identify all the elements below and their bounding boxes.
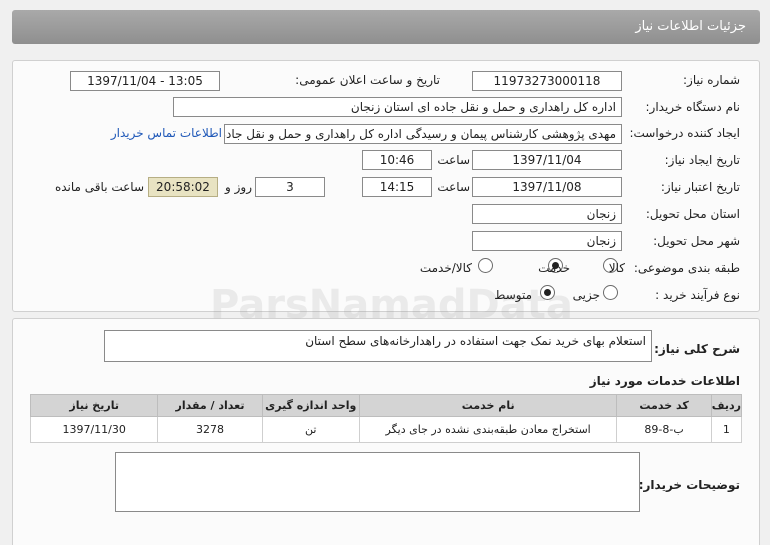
validity-date-field[interactable]: 1397/11/08 [472, 177, 622, 197]
col-unit: واحد اندازه گیری [261, 394, 360, 417]
announce-date-label: تاریخ و ساعت اعلان عمومی: [295, 73, 440, 87]
service-name-cell: استخراج معادن طبقه‌بندی نشده در جای دیگر [358, 416, 618, 443]
services-title: اطلاعات خدمات مورد نیاز [589, 374, 740, 388]
col-need-date: تاریخ نیاز [29, 394, 159, 417]
need-number-label: شماره نیاز: [683, 73, 740, 87]
province-label: استان محل تحویل: [645, 207, 740, 221]
need-date-cell: 1397/11/30 [29, 416, 159, 443]
buyer-notes-field[interactable] [115, 452, 640, 512]
need-number-field[interactable]: 11973273000118 [472, 71, 622, 91]
buyer-org-label: نام دستگاه خریدار: [645, 100, 741, 114]
validity-date-label: تاریخ اعتبار نیاز: [660, 180, 740, 194]
buyer-contact-link[interactable]: اطلاعات تماس خریدار [111, 126, 222, 140]
col-service-name: نام خدمت [358, 394, 618, 417]
col-quantity: تعداد / مقدار [157, 394, 263, 417]
requester-label: ایجاد کننده درخواست: [629, 126, 740, 140]
category-goods-service-label: کالا/خدمت [419, 261, 472, 275]
validity-time-field[interactable]: 14:15 [362, 177, 432, 197]
quantity-cell: 3278 [157, 416, 263, 443]
category-goods-label: کالا [608, 261, 625, 275]
announce-date-field[interactable]: 1397/11/04 - 13:05 [70, 71, 220, 91]
created-time-field[interactable]: 10:46 [362, 150, 432, 170]
unit-cell: تن [261, 416, 360, 443]
category-goods-service-radio[interactable] [478, 258, 493, 273]
page-header: جزئیات اطلاعات نیاز [12, 10, 760, 44]
col-service-code: کد خدمت [616, 394, 712, 417]
created-time-label: ساعت [437, 153, 470, 167]
province-field[interactable]: زنجان [472, 204, 622, 224]
category-label: طبقه بندی موضوعی: [633, 261, 740, 275]
requester-field[interactable]: مهدی پژوهشی کارشناس پیمان و رسیدگی اداره… [224, 124, 622, 144]
col-row-number: ردیف [710, 394, 743, 417]
remaining-time-label: ساعت باقی مانده [54, 180, 144, 194]
remaining-time-field: 20:58:02 [148, 177, 218, 197]
process-label: نوع فرآیند خرید : [655, 288, 740, 302]
created-date-label: تاریخ ایجاد نیاز: [664, 153, 740, 167]
summary-field[interactable]: استعلام بهای خرید نمک جهت استفاده در راه… [104, 330, 652, 362]
days-label: روز و [225, 180, 252, 194]
city-label: شهر محل تحویل: [653, 234, 740, 248]
remaining-days-field[interactable]: 3 [255, 177, 325, 197]
created-date-field[interactable]: 1397/11/04 [472, 150, 622, 170]
validity-time-label: ساعت [437, 180, 470, 194]
service-code-cell: ب-8-89 [616, 416, 712, 443]
row-number-cell: 1 [710, 416, 743, 443]
process-minor-radio[interactable] [603, 285, 618, 300]
category-service-label: خدمت [538, 261, 570, 275]
process-minor-label: جزیی [572, 288, 600, 302]
page-title: جزئیات اطلاعات نیاز [635, 19, 746, 34]
process-medium-radio[interactable] [540, 285, 555, 300]
services-header-row: ردیف کد خدمت نام خدمت واحد اندازه گیری ت… [29, 394, 743, 417]
city-field[interactable]: زنجان [472, 231, 622, 251]
buyer-notes-label: توضیحات خریدار: [638, 478, 740, 492]
table-row[interactable]: 1 ب-8-89 استخراج معادن طبقه‌بندی نشده در… [29, 416, 743, 443]
services-table: ردیف کد خدمت نام خدمت واحد اندازه گیری ت… [29, 394, 743, 443]
buyer-org-field[interactable]: اداره کل راهداری و حمل و نقل جاده ای است… [173, 97, 622, 117]
summary-label: شرح کلی نیاز: [654, 342, 740, 356]
process-medium-label: متوسط [494, 288, 532, 302]
